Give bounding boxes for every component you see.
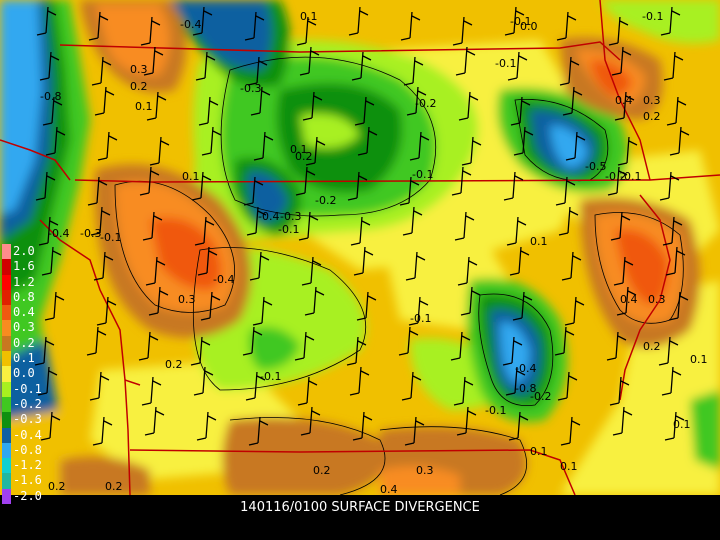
contour-value-label: -0.5	[585, 160, 606, 173]
contour-value-label: -0.8	[40, 90, 61, 103]
contour-value-label: -0.1	[260, 370, 281, 383]
contour-value-label: -0.4	[180, 18, 201, 31]
legend-entry: 0.8	[2, 289, 52, 306]
contour-value-label: -0.2	[415, 97, 436, 110]
legend-entry: -0.3	[2, 412, 52, 428]
contour-value-label: -0.4	[258, 210, 279, 223]
legend-swatch	[2, 366, 11, 382]
contour-value-label: -0.3	[80, 227, 101, 240]
legend-label: -0.2	[13, 396, 42, 411]
contour-value-label: 0.0	[520, 20, 538, 33]
contour-value-label: 0.4	[380, 483, 398, 495]
legend-swatch	[2, 473, 11, 489]
legend-entry: -0.1	[2, 381, 52, 397]
contour-value-label: 0.3	[178, 293, 196, 306]
contour-value-label: 0.4	[620, 293, 638, 306]
legend-label: 0.8	[13, 289, 35, 304]
legend-label: 0.1	[13, 351, 35, 366]
legend-swatch	[2, 320, 11, 336]
contour-value-label: 0.2	[130, 80, 148, 93]
legend-label: 1.2	[13, 274, 35, 289]
contour-value-label: -0.4	[213, 273, 234, 286]
legend-label: -0.1	[13, 381, 42, 396]
contour-value-label: 0.1	[690, 353, 708, 366]
contour-value-label: 0.3	[643, 94, 661, 107]
contour-value-label: -0.1	[100, 231, 121, 244]
legend-swatch	[2, 396, 11, 413]
legend-entry: -0.4	[2, 427, 52, 443]
color-legend: 2.0 1.6 1.2 0.8 0.4 0.3 0.2 0.1 0.0 -0.1 -0.2 -0.3-…	[2, 244, 52, 505]
legend-entry: -1.2	[2, 458, 52, 474]
legend-label: -1.6	[13, 473, 42, 488]
contour-value-label: 0.3	[130, 63, 148, 76]
legend-swatch	[2, 427, 11, 443]
contour-value-label: 0.2	[165, 358, 183, 371]
legend-entry: -1.6	[2, 473, 52, 489]
contour-value-label: -0.1	[278, 223, 299, 236]
legend-entry: -0.2	[2, 396, 52, 413]
contour-value-label: -0.1	[412, 168, 433, 181]
contour-value-label: -0.1	[642, 10, 663, 23]
legend-label: -1.2	[13, 458, 42, 473]
contour-value-label: -0.1	[485, 404, 506, 417]
legend-entry: 0.4	[2, 305, 52, 321]
contour-value-label: 0.1	[560, 460, 578, 473]
contour-value-label: 0.4	[615, 94, 633, 107]
divergence-field	[0, 0, 720, 495]
legend-swatch	[2, 289, 11, 306]
contour-value-label: 0.2	[295, 150, 313, 163]
legend-swatch	[2, 335, 11, 352]
contour-value-label: -0.3	[240, 82, 261, 95]
legend-entry: -0.8	[2, 442, 52, 459]
legend-label: -0.8	[13, 442, 42, 457]
legend-swatch	[2, 274, 11, 290]
contour-value-label: 0.2	[105, 480, 123, 493]
legend-label: 0.3	[13, 320, 35, 335]
legend-swatch	[2, 244, 11, 260]
contour-value-label: 0.1	[530, 445, 548, 458]
contour-value-label: -0.4	[515, 362, 536, 375]
legend-swatch	[2, 458, 11, 474]
legend-label: -0.4	[13, 427, 42, 442]
contour-value-label: -0.2	[315, 194, 336, 207]
contour-value-label: -0.1	[495, 57, 516, 70]
legend-label: 0.2	[13, 335, 35, 350]
contour-value-label: 0.2	[643, 110, 661, 123]
contour-value-label: 0.1	[673, 418, 691, 431]
legend-swatch	[2, 305, 11, 321]
contour-value-label: 0.2	[313, 464, 331, 477]
legend-label: 1.6	[13, 259, 35, 274]
contour-value-label: -0.2	[530, 390, 551, 403]
divergence-map: -0.40.1 -0.1 -0.10.30.20.1-0.3-0.8-0.1-0.2…	[0, 0, 720, 495]
legend-entry: 0.3	[2, 320, 52, 336]
legend-entry: 0.0	[2, 366, 52, 382]
legend-swatch	[2, 412, 11, 428]
legend-label: -0.3	[13, 412, 42, 427]
legend-swatch	[2, 259, 11, 275]
contour-value-label: 0.1	[530, 235, 548, 248]
contour-value-label: 0.3	[416, 464, 434, 477]
legend-entry: 0.2	[2, 335, 52, 352]
legend-entry: 0.1	[2, 351, 52, 367]
legend-label: 2.0	[13, 244, 35, 258]
contour-value-label: 0.1	[182, 170, 200, 183]
contour-value-label: -0.1	[620, 170, 641, 183]
contour-value-label: 0.1	[300, 10, 318, 23]
contour-value-label: -0.3	[280, 210, 301, 223]
legend-label: 0.4	[13, 305, 35, 320]
legend-swatch	[2, 442, 11, 459]
map-title: 140116/0100 SURFACE DIVERGENCE	[240, 500, 480, 515]
legend-label: 0.0	[13, 366, 35, 381]
legend-entry: 1.2	[2, 274, 52, 290]
contour-value-label: -0.1	[410, 312, 431, 325]
contour-value-label: 0.2	[643, 340, 661, 353]
legend-swatch	[2, 381, 11, 397]
legend-entry: 1.6	[2, 259, 52, 275]
contour-value-label: 0.3	[648, 293, 666, 306]
contour-value-label: -0.4	[48, 227, 69, 240]
legend-entry: 2.0	[2, 244, 52, 260]
contour-value-label: 0.1	[135, 100, 153, 113]
legend-swatch	[2, 351, 11, 367]
